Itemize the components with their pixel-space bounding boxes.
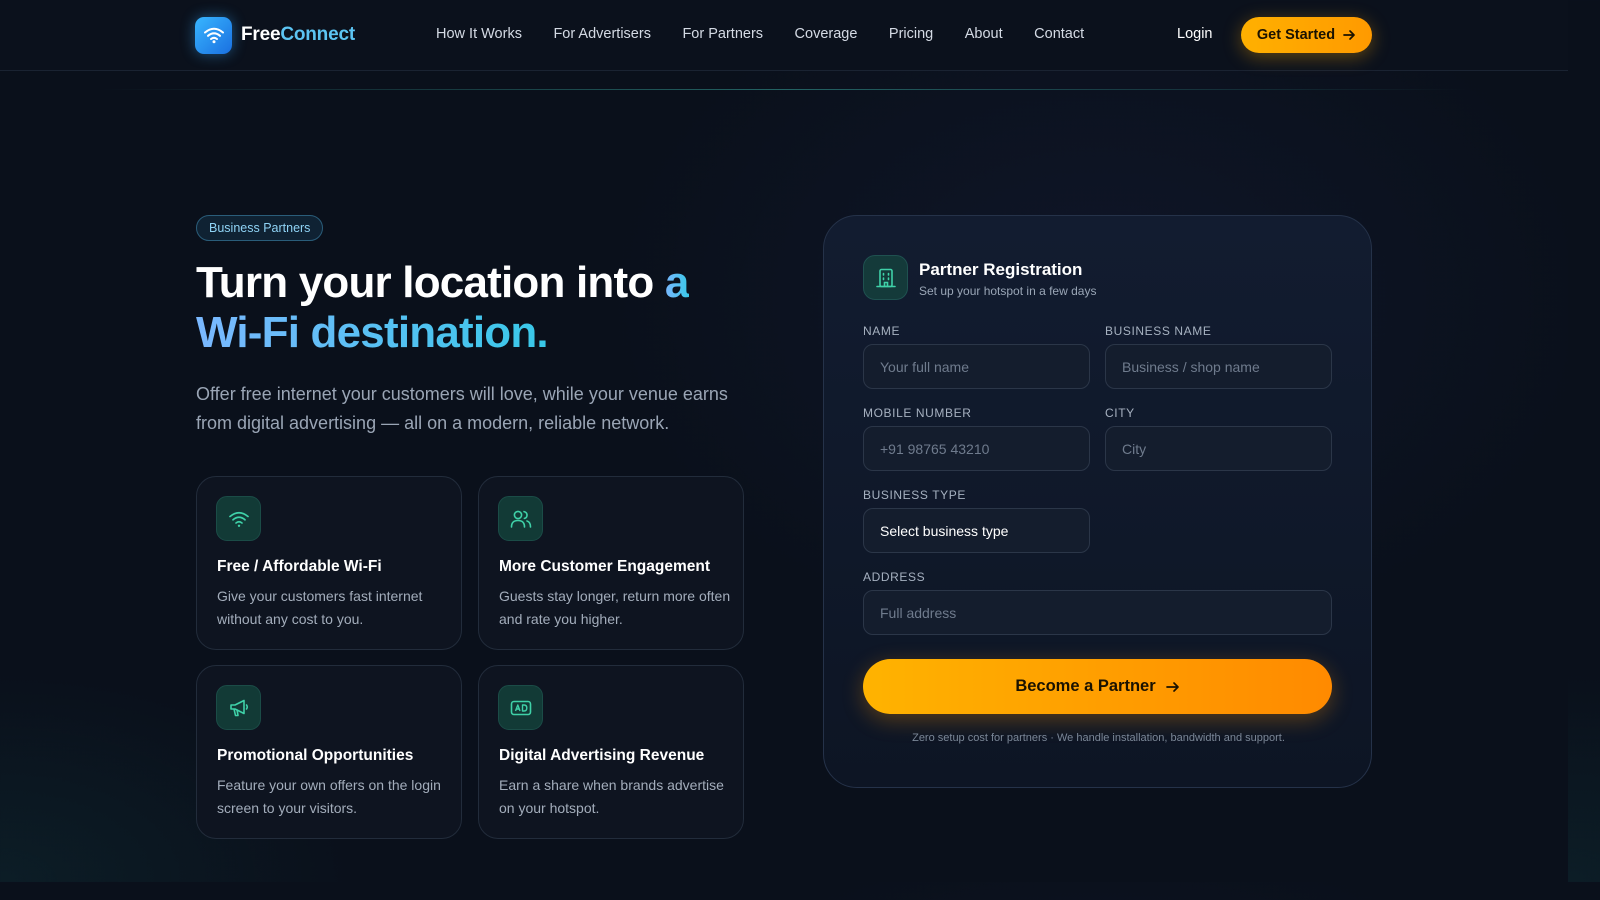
- users-icon: [498, 496, 543, 541]
- feature-description: Guests stay longer, return more often an…: [499, 588, 731, 627]
- arrow-right-icon: [1343, 30, 1355, 40]
- feature-title: Promotional Opportunities: [217, 747, 414, 764]
- business-type-label: BUSINESS TYPE: [863, 488, 966, 502]
- business-name-input[interactable]: [1105, 344, 1332, 389]
- arrow-right-icon: [1165, 681, 1179, 692]
- form-subtitle: Set up your hotspot in a few days: [919, 284, 1097, 298]
- headline-highlight-wifi: Wi-Fi destination.: [196, 308, 549, 357]
- feature-title: More Customer Engagement: [499, 558, 711, 575]
- brand-logo-link[interactable]: FreeConnect: [195, 16, 355, 54]
- become-partner-label: Become a Partner: [1015, 677, 1156, 695]
- feature-description: Give your customers fast internet withou…: [217, 588, 423, 627]
- nav-for-partners[interactable]: For Partners: [682, 26, 763, 42]
- brand-name-part-1: Free: [241, 24, 281, 45]
- headline-highlight-a: a: [664, 258, 689, 307]
- section-badge: Business Partners: [196, 215, 324, 241]
- business-type-select[interactable]: Select business type: [863, 508, 1090, 553]
- feature-card-promotions: Promotional Opportunities Feature your o…: [196, 665, 462, 839]
- mobile-number-input[interactable]: [863, 426, 1090, 471]
- headline-plain: Turn your location into: [196, 258, 665, 307]
- nav-contact[interactable]: Contact: [1034, 26, 1084, 42]
- feature-card-ad-revenue: Digital Advertising Revenue Earn a share…: [478, 665, 744, 839]
- feature-card-wifi: Free / Affordable Wi-Fi Give your custom…: [196, 476, 462, 650]
- header-glow-divider: [100, 89, 1468, 90]
- wifi-icon: [216, 496, 261, 541]
- nav-coverage[interactable]: Coverage: [795, 26, 858, 42]
- top-navigation-bar: FreeConnect How It Works For Advertisers…: [0, 0, 1568, 71]
- business-name-label: BUSINESS NAME: [1105, 324, 1212, 338]
- name-label: NAME: [863, 324, 901, 338]
- address-input[interactable]: [863, 590, 1332, 635]
- get-started-button[interactable]: Get Started: [1241, 17, 1372, 53]
- mobile-number-label: MOBILE NUMBER: [863, 406, 972, 420]
- megaphone-icon: [216, 685, 261, 730]
- feature-description: Earn a share when brands advertise on yo…: [499, 777, 724, 816]
- nav-about[interactable]: About: [965, 26, 1003, 42]
- login-link[interactable]: Login: [1177, 26, 1212, 42]
- partner-registration-form: Partner Registration Set up your hotspot…: [823, 215, 1372, 788]
- feature-description: Feature your own offers on the login scr…: [217, 777, 441, 816]
- form-title: Partner Registration: [919, 260, 1083, 279]
- hero-headline: Turn your location into a Wi-Fi destinati…: [196, 258, 796, 358]
- hero-subcopy: Offer free internet your customers will …: [196, 384, 728, 433]
- become-partner-button[interactable]: Become a Partner: [863, 659, 1332, 714]
- feature-title: Free / Affordable Wi-Fi: [217, 558, 382, 575]
- address-label: ADDRESS: [863, 570, 926, 584]
- nav-how-it-works[interactable]: How It Works: [436, 26, 522, 42]
- feature-title: Digital Advertising Revenue: [499, 747, 705, 764]
- feature-card-engagement: More Customer Engagement Guests stay lon…: [478, 476, 744, 650]
- city-input[interactable]: [1105, 426, 1332, 471]
- building-icon: [863, 255, 908, 300]
- city-label: CITY: [1105, 406, 1135, 420]
- form-footnote: Zero setup cost for partners · We handle…: [912, 732, 1285, 744]
- nav-pricing[interactable]: Pricing: [889, 26, 933, 42]
- name-input[interactable]: [863, 344, 1090, 389]
- nav-for-advertisers[interactable]: For Advertisers: [553, 26, 651, 42]
- get-started-label: Get Started: [1256, 27, 1336, 43]
- brand-name: FreeConnect: [241, 24, 355, 46]
- ad-icon: [498, 685, 543, 730]
- main-nav: How It Works For Advertisers For Partner…: [436, 26, 1116, 42]
- wifi-logo-icon: [195, 16, 232, 54]
- brand-name-part-2: Connect: [280, 24, 355, 45]
